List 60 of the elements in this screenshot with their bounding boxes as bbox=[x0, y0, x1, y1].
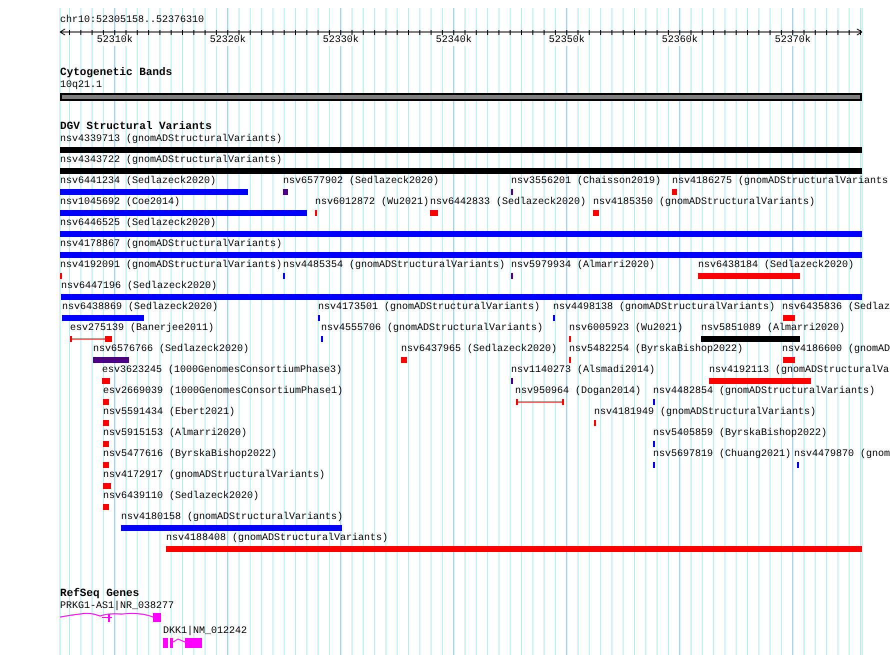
track-title: Cytogenetic Bands bbox=[60, 68, 172, 79]
variant-label: nsv6012872 (Wu2021) bbox=[315, 198, 430, 208]
variant-label: nsv6437965 (Sedlazeck2020) bbox=[401, 345, 558, 355]
variant-label: nsv6576766 (Sedlazeck2020) bbox=[93, 345, 250, 355]
variant-label: nsv1045692 (Coe2014) bbox=[60, 198, 180, 208]
track-title: DGV Structural Variants bbox=[60, 122, 212, 133]
variant-label: nsv4498138 (gnomADStructuralVariants) bbox=[553, 303, 776, 313]
variant-label: nsv4186275 (gnomADStructuralVariants bbox=[672, 177, 888, 187]
variant-label: nsv6577902 (Sedlazeck2020) bbox=[283, 177, 440, 187]
variant-label: nsv6435836 (Sedlaz bbox=[782, 303, 890, 313]
variant-label: nsv5915153 (Almarri2020) bbox=[103, 429, 248, 439]
variant-label: nsv6439110 (Sedlazeck2020) bbox=[103, 492, 260, 502]
variant-label: nsv6447196 (Sedlazeck2020) bbox=[61, 282, 218, 292]
variant-label: nsv4173501 (gnomADStructuralVariants) bbox=[318, 303, 540, 313]
variant-label: nsv5482254 (ByrskaBishop2022) bbox=[569, 345, 744, 355]
variant-label: nsv4185350 (gnomADStructuralVariants) bbox=[593, 198, 816, 208]
variant-label: nsv5979934 (Almarri2020) bbox=[511, 261, 656, 271]
tick-label: 52310k bbox=[96, 36, 133, 46]
variant-label: nsv6441234 (Sedlazeck2020) bbox=[60, 177, 216, 187]
variant-label: nsv6005923 (Wu2021) bbox=[569, 324, 684, 334]
variant-label: nsv5405859 (ByrskaBishop2022) bbox=[653, 429, 828, 439]
variant-label: nsv4339713 (gnomADStructuralVariants) bbox=[60, 135, 282, 145]
variant-label: nsv4172917 (gnomADStructuralVariants) bbox=[103, 471, 326, 481]
variant-label: esv275139 (Banerjee2011) bbox=[70, 324, 214, 334]
tick-label: 52340k bbox=[436, 36, 472, 46]
variant-label: nsv4180158 (gnomADStructuralVariants) bbox=[121, 513, 344, 523]
variant-label: esv3623245 (1000GenomesConsortiumPhase3) bbox=[102, 366, 342, 376]
variant-label: nsv4482854 (gnomADStructuralVariants) bbox=[653, 387, 876, 397]
variant-label: nsv950964 (Dogan2014) bbox=[515, 387, 642, 397]
variant-label: nsv4192091 (gnomADStructuralVariants) bbox=[60, 261, 282, 271]
tick-label: 52370k bbox=[774, 36, 811, 46]
variant-label: nsv4479870 (gnom bbox=[794, 450, 890, 460]
variant-label: nsv4485354 (gnomADStructuralVariants) bbox=[283, 261, 506, 271]
tick-label: 52350k bbox=[548, 36, 585, 46]
tick-label: 52330k bbox=[322, 36, 359, 46]
variant-label: nsv4178867 (gnomADStructuralVariants) bbox=[60, 240, 282, 250]
tick-label: 52320k bbox=[210, 36, 246, 46]
variant-label: nsv4181949 (gnomADStructuralVariants) bbox=[594, 408, 816, 418]
variant-label: nsv1140273 (Alsmadi2014) bbox=[511, 366, 656, 376]
variant-label: nsv6446525 (Sedlazeck2020) bbox=[60, 219, 216, 229]
variant-label: nsv5697819 (Chuang2021) bbox=[653, 450, 792, 460]
variant-label: nsv4188408 (gnomADStructuralVariants) bbox=[166, 534, 388, 544]
track-title: RefSeq Genes bbox=[60, 589, 140, 600]
region-label: chr10:52305158..52376310 bbox=[60, 16, 204, 26]
variant-label: nsv6438869 (Sedlazeck2020) bbox=[62, 303, 218, 313]
variant-label: nsv4192113 (gnomADStructuralVa bbox=[709, 366, 890, 376]
gene-label: PRKG1-AS1|NR_038277 bbox=[60, 602, 174, 612]
variant-label: nsv5591434 (Ebert2021) bbox=[103, 408, 236, 418]
variant-label: esv2669039 (1000GenomesConsortiumPhase1) bbox=[103, 387, 344, 397]
variant-label: nsv6442833 (Sedlazeck2020) bbox=[430, 198, 586, 208]
variant-label: nsv3556201 (Chaisson2019) bbox=[511, 177, 662, 187]
variant-label: nsv5851089 (Almarri2020) bbox=[701, 324, 846, 334]
variant-label: nsv4555706 (gnomADStructuralVariants) bbox=[321, 324, 544, 334]
tick-label: 52360k bbox=[662, 36, 698, 46]
variant-label: nsv4343722 (gnomADStructuralVariants) bbox=[60, 156, 282, 166]
variant-label: nsv6438184 (Sedlazeck2020) bbox=[698, 261, 854, 271]
band-label: 10q21.1 bbox=[60, 81, 102, 91]
variant-label: nsv5477616 (ByrskaBishop2022) bbox=[103, 450, 278, 460]
variant-label: nsv4186600 (gnomAD bbox=[782, 345, 890, 355]
gene-label: DKK1|NM_012242 bbox=[163, 627, 248, 637]
